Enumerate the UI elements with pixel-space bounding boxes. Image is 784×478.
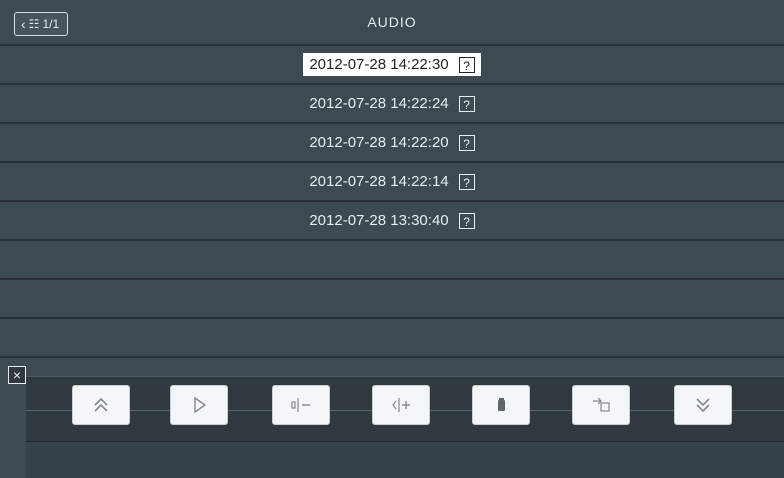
list-row[interactable]: 2012-07-28 14:22:20 ? bbox=[0, 124, 784, 163]
play-button[interactable] bbox=[170, 385, 228, 425]
recording-timestamp: 2012-07-28 14:22:14 bbox=[309, 173, 449, 190]
volume-down-button[interactable] bbox=[272, 385, 330, 425]
delete-button[interactable] bbox=[472, 385, 530, 425]
list-item[interactable]: 2012-07-28 13:30:40 ? bbox=[303, 209, 480, 232]
export-button[interactable] bbox=[572, 385, 630, 425]
list-row[interactable]: 2012-07-28 14:22:14 ? bbox=[0, 163, 784, 202]
unknown-status-icon: ? bbox=[458, 134, 475, 151]
list-row[interactable]: 2012-07-28 14:22:24 ? bbox=[0, 85, 784, 124]
unknown-status-icon: ? bbox=[458, 212, 475, 229]
empty-row bbox=[0, 280, 784, 319]
unknown-status-icon: ? bbox=[458, 95, 475, 112]
close-icon[interactable]: × bbox=[8, 366, 26, 384]
page-up-icon bbox=[94, 397, 108, 412]
volume-up-icon bbox=[392, 398, 410, 412]
empty-row bbox=[0, 241, 784, 280]
recording-timestamp: 2012-07-28 13:30:40 bbox=[309, 212, 449, 229]
recording-timestamp: 2012-07-28 14:22:30 bbox=[309, 56, 449, 73]
list-row[interactable]: 2012-07-28 14:22:30 ? bbox=[0, 46, 784, 85]
volume-up-button[interactable] bbox=[372, 385, 430, 425]
volume-down-icon bbox=[291, 398, 310, 412]
page-title: AUDIO bbox=[367, 14, 417, 30]
page-down-icon bbox=[696, 398, 710, 413]
page-up-button[interactable] bbox=[72, 385, 130, 425]
export-icon bbox=[593, 397, 610, 412]
toolbar-lower-strip bbox=[26, 441, 784, 478]
recording-timestamp: 2012-07-28 14:22:20 bbox=[309, 134, 449, 151]
play-icon bbox=[194, 396, 207, 414]
recording-timestamp: 2012-07-28 14:22:24 bbox=[309, 95, 449, 112]
list-item[interactable]: 2012-07-28 14:22:14 ? bbox=[303, 170, 480, 193]
list-row[interactable]: 2012-07-28 13:30:40 ? bbox=[0, 202, 784, 241]
list-item[interactable]: 2012-07-28 14:22:20 ? bbox=[303, 131, 480, 154]
unknown-status-icon: ? bbox=[458, 173, 475, 190]
header-bar: ‹ ☷ 1/1 AUDIO bbox=[0, 0, 784, 46]
empty-row bbox=[0, 319, 784, 358]
delete-icon bbox=[498, 398, 505, 411]
list-item[interactable]: 2012-07-28 14:22:24 ? bbox=[303, 92, 480, 115]
recording-list: 2012-07-28 14:22:30 ? 2012-07-28 14:22:2… bbox=[0, 46, 784, 358]
page-down-button[interactable] bbox=[674, 385, 732, 425]
list-item[interactable]: 2012-07-28 14:22:30 ? bbox=[303, 53, 481, 76]
unknown-status-icon: ? bbox=[458, 56, 475, 73]
